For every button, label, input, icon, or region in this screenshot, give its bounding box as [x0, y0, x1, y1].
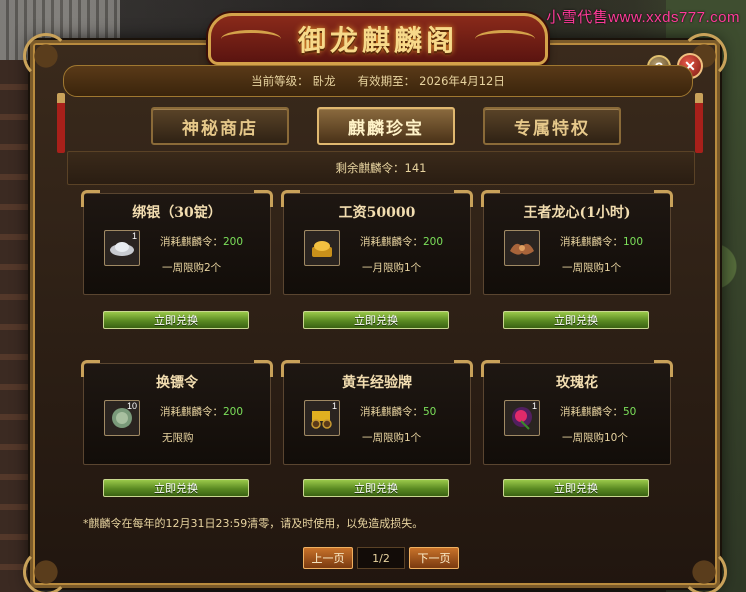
cost-label: 消耗麒麟令： [360, 236, 423, 248]
item-quantity: 1 [531, 401, 537, 411]
item-cost: 消耗麒麟令：50 [560, 404, 636, 419]
jade-token-icon: 10 [104, 400, 140, 436]
exchange-button[interactable]: 立即兑换 [103, 311, 249, 329]
cost-label: 消耗麒麟令： [160, 406, 223, 418]
reset-notice: *麒麟令在每年的12月31日23:59清零，请及时使用，以免造成损失。 [83, 517, 424, 530]
item-quantity: 1 [131, 231, 137, 241]
item-card: 王者龙心(1小时) 消耗麒麟令：100 一周限购1个 [481, 190, 673, 295]
corner-ornament [681, 549, 727, 592]
item-card: 换镖令 10 消耗麒麟令：200 无限购 [81, 360, 273, 465]
cost-label: 消耗麒麟令： [160, 236, 223, 248]
item-grid: 绑银（30锭） 1 消耗麒麟令：200 一周限购2个 工资50000 消耗麒麟令… [81, 190, 683, 503]
gold-cart-icon: 1 [304, 400, 340, 436]
cost-value: 200 [223, 236, 244, 248]
exchange-button[interactable]: 立即兑换 [103, 479, 249, 497]
item-name: 玫瑰花 [556, 375, 598, 391]
item-cost: 消耗麒麟令：50 [360, 404, 436, 419]
exchange-button[interactable]: 立即兑换 [303, 479, 449, 497]
gold-ingot-icon [304, 230, 340, 266]
tassel-decoration [57, 93, 65, 153]
page-indicator: 1/2 [357, 547, 405, 569]
item-cost: 消耗麒麟令：100 [560, 234, 643, 249]
currency-value: 141 [404, 161, 427, 175]
currency-label: 剩余麒麟令： [335, 161, 405, 175]
next-page-button[interactable]: 下一页 [409, 547, 459, 569]
info-band: 当前等级： 卧龙 有效期至： 2026年4月12日 [63, 65, 693, 97]
item-quantity: 10 [126, 401, 137, 411]
level-info: 当前等级： 卧龙 [251, 73, 336, 89]
rose-icon: 1 [504, 400, 540, 436]
exchange-button[interactable]: 立即兑换 [303, 311, 449, 329]
prev-page-button[interactable]: 上一页 [303, 547, 353, 569]
watermark-text: 小雪代售www.xxds777.com [546, 9, 740, 26]
item-name: 换镖令 [156, 375, 198, 391]
item-quantity: 1 [331, 401, 337, 411]
item-name: 绑银（30锭） [132, 205, 222, 221]
cost-value: 200 [423, 236, 444, 248]
tab-qilin-treasure[interactable]: 麒麟珍宝 [317, 107, 455, 145]
cost-label: 消耗麒麟令： [560, 236, 623, 248]
item-name: 工资50000 [338, 205, 416, 221]
expiry-value: 2026年4月12日 [419, 74, 505, 88]
item-cost: 消耗麒麟令：200 [160, 234, 243, 249]
level-label: 当前等级： [251, 74, 309, 88]
shop-window: 御龙麒麟阁 ? ✕ 当前等级： 卧龙 有效期至： 2026年4月12日 神秘商店… [23, 13, 727, 592]
item-name: 黄车经验牌 [342, 375, 412, 391]
item-limit: 一周限购1个 [562, 262, 622, 274]
item-card: 黄车经验牌 1 消耗麒麟令：50 一周限购1个 [281, 360, 473, 465]
item-card: 工资50000 消耗麒麟令：200 一月限购1个 [281, 190, 473, 295]
expiry-label: 有效期至： [357, 74, 416, 88]
cost-value: 50 [423, 406, 437, 418]
item-limit: 一月限购1个 [362, 262, 422, 274]
item-cost: 消耗麒麟令：200 [360, 234, 443, 249]
item-name: 王者龙心(1小时) [523, 205, 631, 221]
corner-ornament [23, 33, 69, 79]
tab-mystery-shop[interactable]: 神秘商店 [151, 107, 289, 145]
item-limit: 无限购 [162, 432, 194, 444]
silver-ingot-icon: 1 [104, 230, 140, 266]
tab-bar: 神秘商店 麒麟珍宝 专属特权 [151, 107, 621, 145]
cost-value: 50 [623, 406, 637, 418]
level-value: 卧龙 [312, 74, 336, 88]
currency-bar: 剩余麒麟令： 141 [67, 151, 695, 185]
window-title: 御龙麒麟阁 [297, 24, 458, 57]
cost-value: 100 [623, 236, 644, 248]
expiry-info: 有效期至： 2026年4月12日 [358, 73, 505, 89]
item-card: 绑银（30锭） 1 消耗麒麟令：200 一周限购2个 [81, 190, 273, 295]
item-cost: 消耗麒麟令：200 [160, 404, 243, 419]
item-limit: 一周限购1个 [362, 432, 422, 444]
tab-exclusive-privilege[interactable]: 专属特权 [483, 107, 621, 145]
cost-label: 消耗麒麟令： [560, 406, 623, 418]
dragon-heart-icon [504, 230, 540, 266]
tassel-decoration [695, 93, 703, 153]
item-limit: 一周限购10个 [562, 432, 628, 444]
title-plaque: 御龙麒麟阁 [208, 13, 548, 65]
exchange-button[interactable]: 立即兑换 [503, 311, 649, 329]
title-ornament [221, 30, 281, 48]
title-ornament [475, 30, 535, 48]
cost-value: 200 [223, 406, 244, 418]
item-card: 玫瑰花 1 消耗麒麟令：50 一周限购10个 [481, 360, 673, 465]
item-limit: 一周限购2个 [162, 262, 222, 274]
pagination: 上一页 1/2 下一页 [303, 547, 459, 569]
cost-label: 消耗麒麟令： [360, 406, 423, 418]
corner-ornament [23, 549, 69, 592]
exchange-button[interactable]: 立即兑换 [503, 479, 649, 497]
